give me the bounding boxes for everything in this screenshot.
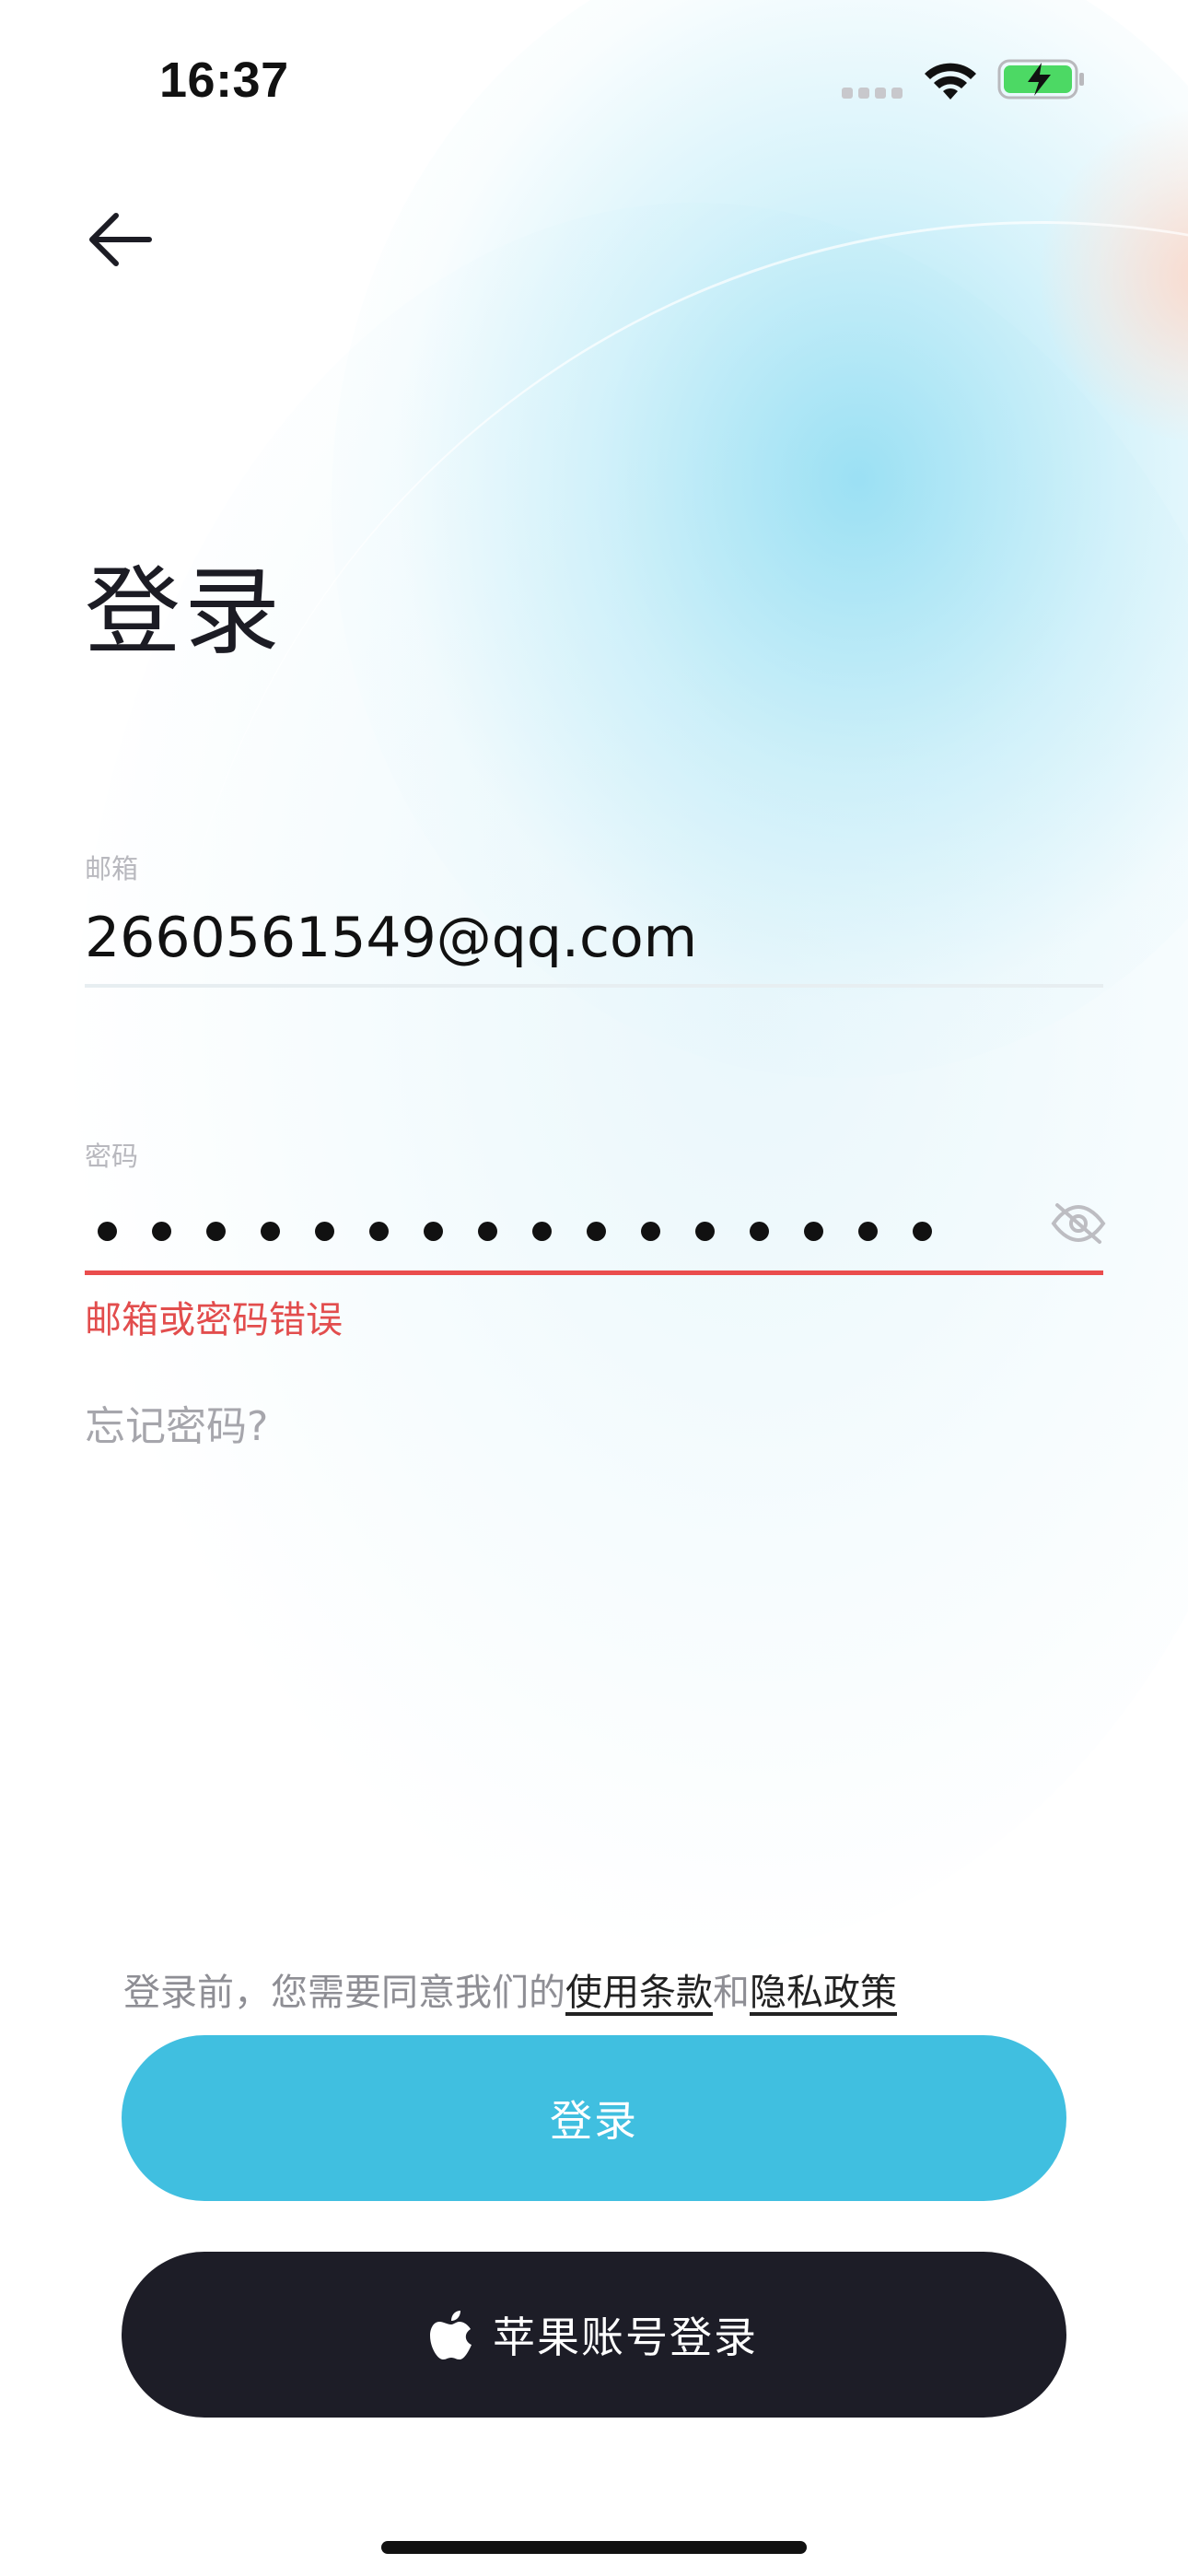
password-mask-dot	[913, 1221, 932, 1241]
email-field[interactable]	[85, 908, 1103, 967]
password-field[interactable]	[98, 1214, 932, 1247]
password-mask-dot	[98, 1221, 117, 1241]
password-label: 密码	[85, 1141, 139, 1172]
apple-login-label: 苹果账号登录	[493, 2313, 758, 2362]
terms-conjunction: 和	[713, 1972, 750, 2014]
status-bar: 16:37	[0, 0, 1188, 147]
home-indicator	[381, 2541, 807, 2554]
status-time: 16:37	[159, 53, 289, 108]
arrow-left-icon	[89, 213, 152, 266]
password-mask-dot	[369, 1221, 389, 1241]
login-button-label: 登录	[550, 2096, 638, 2146]
privacy-policy-link[interactable]: 隐私政策	[750, 1972, 897, 2014]
email-underline	[85, 984, 1103, 988]
password-mask-dot	[587, 1221, 606, 1241]
back-button[interactable]	[76, 205, 164, 275]
password-mask-dot	[641, 1221, 660, 1241]
battery-charging-icon	[997, 59, 1084, 100]
password-mask-dot	[858, 1221, 878, 1241]
login-button[interactable]: 登录	[122, 2035, 1066, 2201]
password-mask-dot	[695, 1221, 715, 1241]
terms-notice: 登录前，您需要同意我们的使用条款和隐私政策	[123, 1962, 897, 2016]
eye-off-icon	[1051, 1203, 1106, 1244]
forgot-password-link[interactable]: 忘记密码?	[85, 1393, 268, 1452]
apple-login-button[interactable]: 苹果账号登录	[122, 2252, 1066, 2418]
password-mask-dot	[206, 1221, 226, 1241]
password-visibility-toggle[interactable]	[1046, 1198, 1111, 1249]
error-message: 邮箱或密码错误	[85, 1299, 343, 1341]
password-mask-dot	[424, 1221, 443, 1241]
password-mask-dot	[315, 1221, 334, 1241]
page-title: 登录	[85, 556, 285, 668]
password-mask-dot	[152, 1221, 171, 1241]
email-label: 邮箱	[85, 853, 139, 884]
password-mask-dot	[478, 1221, 497, 1241]
apple-logo-icon	[430, 2309, 472, 2360]
password-mask-dot	[750, 1221, 769, 1241]
terms-prefix: 登录前，您需要同意我们的	[123, 1972, 565, 2014]
password-underline-error	[85, 1270, 1103, 1275]
password-mask-dot	[261, 1221, 280, 1241]
password-mask-dot	[532, 1221, 552, 1241]
terms-of-use-link[interactable]: 使用条款	[565, 1972, 713, 2014]
password-mask-dot	[804, 1221, 823, 1241]
cellular-signal-icon	[842, 88, 903, 99]
wifi-icon	[925, 63, 976, 100]
